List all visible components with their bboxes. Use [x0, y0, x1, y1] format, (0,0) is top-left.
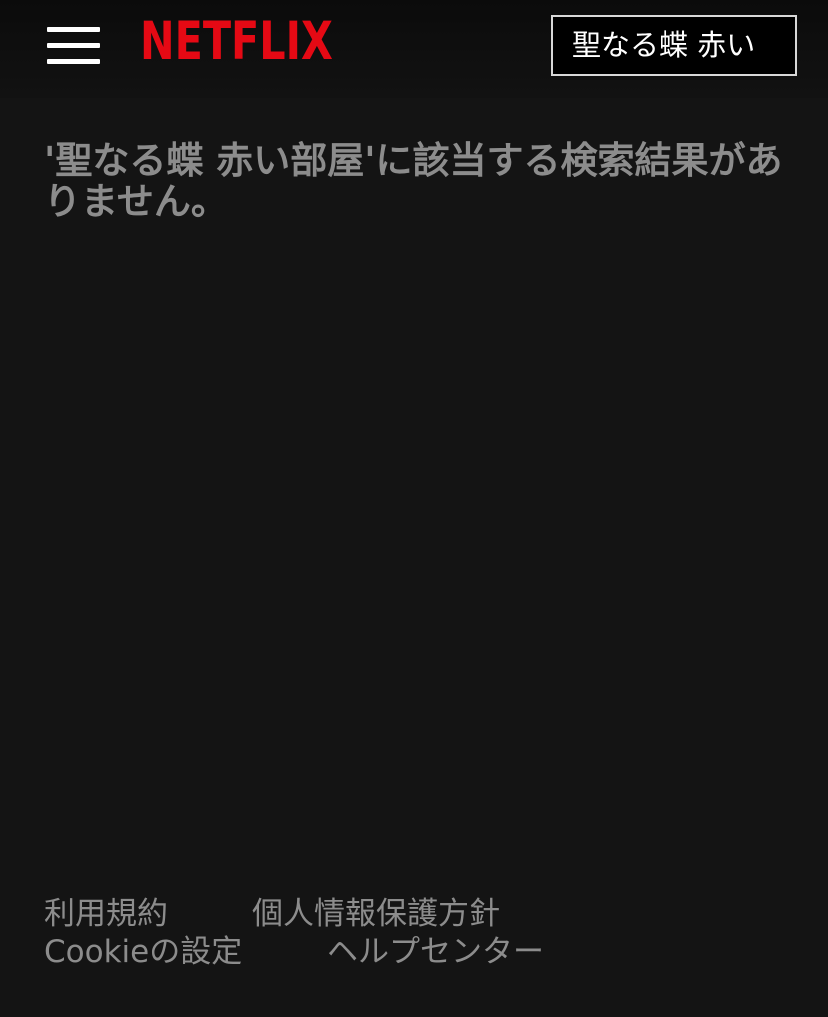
- footer-link-help-center[interactable]: ヘルプセンター: [327, 934, 544, 970]
- no-results-message: '聖なる蝶 赤い部屋'に該当する検索結果がありません。: [44, 139, 783, 223]
- netflix-logo-text: NETFLIX: [140, 11, 333, 72]
- netflix-logo[interactable]: NETFLIX: [140, 11, 333, 72]
- top-header: NETFLIX: [0, 0, 828, 98]
- footer-link-privacy[interactable]: 個人情報保護方針: [252, 896, 500, 932]
- footer-link-cookie-settings[interactable]: Cookieの設定: [44, 934, 242, 970]
- menu-icon-line: [47, 27, 100, 32]
- menu-icon-line: [47, 43, 100, 48]
- footer-link-terms[interactable]: 利用規約: [44, 896, 168, 932]
- menu-icon[interactable]: [36, 14, 112, 76]
- menu-icon-line: [47, 59, 100, 64]
- search-input[interactable]: [553, 17, 795, 74]
- page: NETFLIX '聖なる蝶 赤い部屋'に該当する検索結果がありません。 利用規約…: [0, 0, 828, 1017]
- search-box[interactable]: [551, 15, 797, 76]
